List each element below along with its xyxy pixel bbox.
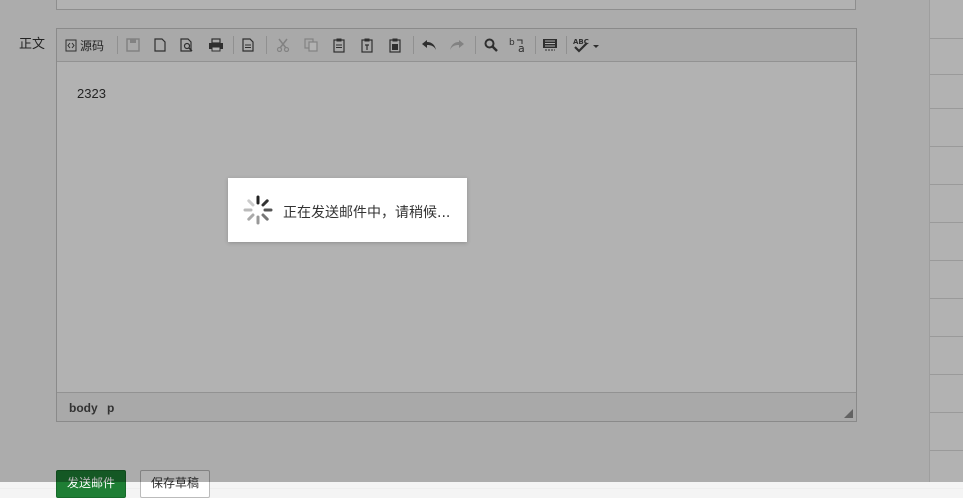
loading-message: 正在发送邮件中，请稍候... [283,205,451,221]
loading-spinner-icon [243,195,273,225]
modal-overlay [0,0,963,482]
loading-dialog: 正在发送邮件中，请稍候... [228,178,467,242]
